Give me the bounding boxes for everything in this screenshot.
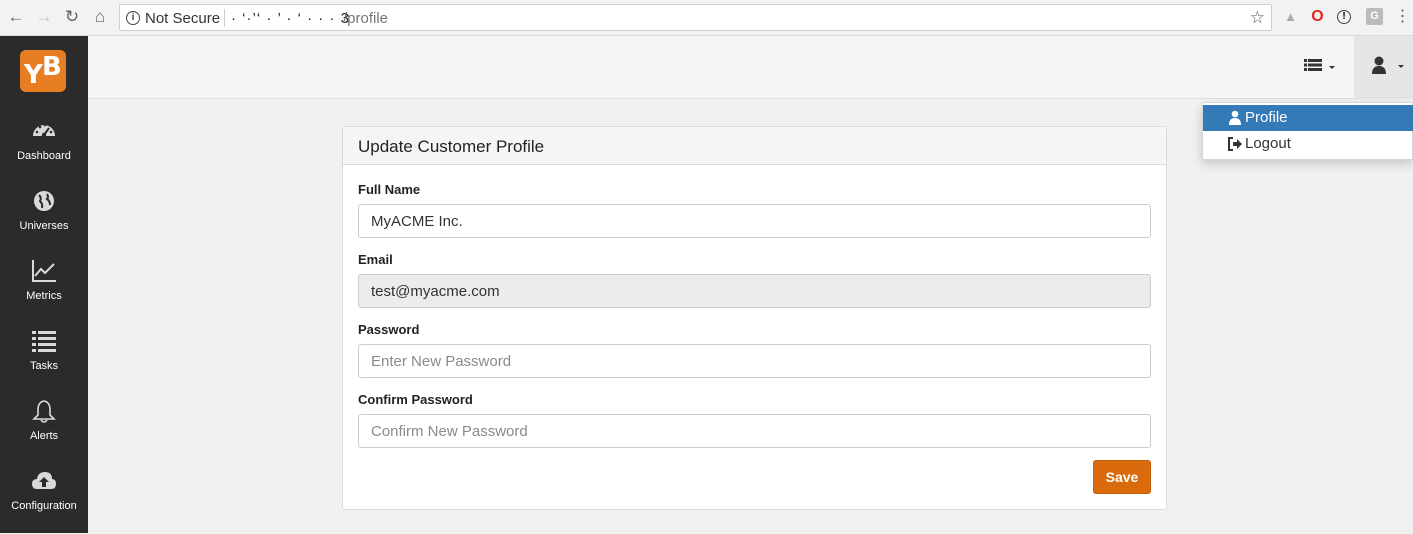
address-bar[interactable]: i Not Secure · ‘·’‘ · ’ · ‘ · · · 3 /pro… bbox=[119, 4, 1272, 31]
list-menu-icon bbox=[1304, 59, 1335, 71]
forward-arrow-icon[interactable]: → bbox=[34, 7, 54, 27]
user-icon bbox=[1229, 110, 1241, 125]
sidebar-item-configuration[interactable]: Configuration bbox=[0, 468, 88, 534]
password-label: Password bbox=[358, 322, 420, 337]
menu-item-logout[interactable]: Logout bbox=[1203, 131, 1413, 157]
password-field[interactable] bbox=[358, 344, 1151, 378]
update-profile-panel: Update Customer Profile Full Name Email … bbox=[342, 126, 1167, 510]
url-path: /profile bbox=[343, 10, 389, 27]
logo-letter-b: B bbox=[42, 52, 62, 82]
more-vertical-icon[interactable]: ⋮ bbox=[1394, 8, 1411, 25]
list-menu-toggle[interactable] bbox=[1303, 56, 1339, 78]
confirm-password-field[interactable] bbox=[358, 414, 1151, 448]
menu-item-label: Profile bbox=[1245, 109, 1288, 126]
sidebar-item-label: Universes bbox=[19, 220, 69, 232]
menu-item-label: Logout bbox=[1245, 135, 1291, 152]
list-icon bbox=[32, 331, 56, 352]
save-button[interactable]: Save bbox=[1093, 460, 1151, 494]
sidebar-item-tasks[interactable]: Tasks bbox=[0, 328, 88, 394]
sidebar-item-alerts[interactable]: Alerts bbox=[0, 398, 88, 464]
sidebar: Y B Dashboard Universes Metrics Tasks Al… bbox=[0, 36, 88, 533]
reload-icon[interactable]: ↻ bbox=[62, 7, 82, 27]
logo-letter-y: Y bbox=[24, 60, 43, 90]
user-dropdown-menu: Profile Logout bbox=[1202, 102, 1413, 160]
sidebar-item-universes[interactable]: Universes bbox=[0, 188, 88, 254]
drive-extension-icon[interactable]: ▲ bbox=[1282, 8, 1299, 25]
sidebar-item-metrics[interactable]: Metrics bbox=[0, 258, 88, 324]
confirm-password-label: Confirm Password bbox=[358, 392, 473, 407]
password-extension-icon[interactable]: ! bbox=[1337, 10, 1351, 24]
sidebar-item-label: Metrics bbox=[26, 290, 62, 302]
panel-heading: Update Customer Profile bbox=[343, 127, 1166, 165]
globe-icon bbox=[34, 191, 54, 211]
opera-extension-icon[interactable]: O bbox=[1309, 8, 1326, 25]
sidebar-item-label: Alerts bbox=[29, 430, 59, 442]
home-icon[interactable]: ⌂ bbox=[90, 7, 110, 27]
security-label: Not Secure bbox=[145, 10, 221, 27]
app-header bbox=[88, 36, 1413, 99]
sidebar-item-label: Configuration bbox=[11, 500, 77, 512]
url-host: · ‘·’‘ · ’ · ‘ · · · 3 bbox=[231, 10, 350, 27]
email-field bbox=[358, 274, 1151, 308]
sidebar-item-label: Dashboard bbox=[17, 150, 71, 162]
email-label: Email bbox=[358, 252, 393, 267]
full-name-label: Full Name bbox=[358, 182, 421, 197]
dashboard-icon bbox=[33, 123, 55, 138]
browser-toolbar: ← → ↻ ⌂ i Not Secure · ‘·’‘ · ’ · ‘ · · … bbox=[0, 0, 1413, 36]
sidebar-item-label: Tasks bbox=[29, 360, 59, 372]
sidebar-item-dashboard[interactable]: Dashboard bbox=[0, 118, 88, 184]
cloud-upload-icon bbox=[32, 472, 56, 489]
divider bbox=[224, 9, 225, 27]
yb-logo[interactable]: Y B bbox=[20, 50, 66, 92]
page-title: Update Customer Profile bbox=[358, 137, 545, 156]
user-icon bbox=[1372, 56, 1404, 74]
g-extension-icon[interactable]: G bbox=[1366, 8, 1383, 25]
full-name-field[interactable] bbox=[358, 204, 1151, 238]
menu-item-profile[interactable]: Profile bbox=[1203, 105, 1413, 131]
user-menu-toggle[interactable] bbox=[1354, 36, 1413, 99]
bookmark-star-icon[interactable]: ☆ bbox=[1250, 8, 1265, 28]
info-icon[interactable]: i bbox=[126, 11, 140, 25]
back-arrow-icon[interactable]: ← bbox=[6, 7, 26, 27]
sign-out-icon bbox=[1228, 137, 1242, 151]
line-chart-icon bbox=[32, 260, 56, 282]
bell-icon bbox=[32, 400, 56, 423]
